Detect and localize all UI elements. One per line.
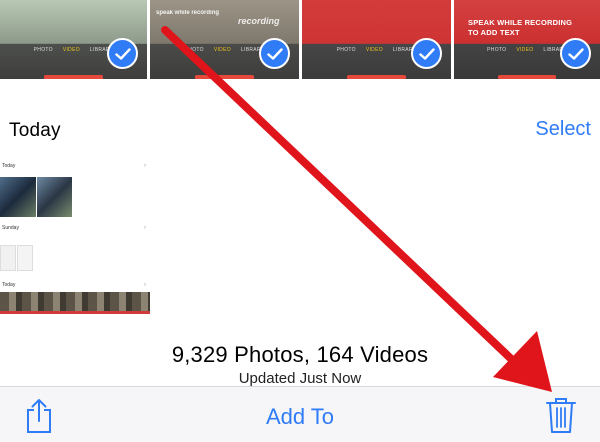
mode-tab: PHOTO [487, 47, 507, 53]
delete-button[interactable] [545, 396, 577, 434]
thumbnail-caption: SPEAK WHILE RECORDING TO ADD TEXT [468, 18, 573, 37]
selected-checkmark-icon[interactable] [560, 38, 591, 69]
thumbnail[interactable]: speak while recording recording PHOTO VI… [150, 0, 302, 79]
mode-tab: VIDEO [365, 47, 383, 53]
selected-thumbnails-strip: PHOTO VIDEO LIBRARY speak while recordin… [0, 0, 600, 79]
chevron-right-icon: › [144, 282, 146, 288]
thumbnail[interactable]: SPEAK WHILE RECORDING TO ADD TEXT PHOTO … [454, 0, 600, 79]
selected-checkmark-icon[interactable] [259, 38, 290, 69]
selected-checkmark-icon[interactable] [107, 38, 138, 69]
moments-preview[interactable]: Today › Sunday › Today › [0, 151, 150, 319]
mode-tab: VIDEO [62, 47, 80, 53]
thumbnail[interactable]: PHOTO VIDEO LIBRARY [302, 0, 454, 79]
section-title: Today [9, 120, 61, 141]
chevron-right-icon: › [144, 225, 146, 231]
thumbnail[interactable]: PHOTO VIDEO LIBRARY [0, 0, 150, 79]
thumbnail-caption: speak while recording [156, 10, 220, 16]
record-button-preview [346, 75, 407, 79]
record-button-preview [497, 75, 557, 79]
mode-tab: VIDEO [213, 47, 231, 53]
moment-photo [37, 177, 72, 217]
record-button-preview [194, 75, 255, 79]
moment-divider [0, 311, 150, 314]
mode-tab: PHOTO [336, 47, 356, 53]
record-button-preview [44, 75, 103, 79]
chevron-right-icon: › [144, 163, 146, 169]
mode-tab: PHOTO [184, 47, 204, 53]
moment-day-label: Today [2, 163, 16, 169]
selected-checkmark-icon[interactable] [411, 38, 442, 69]
moment-photo-strip [0, 292, 150, 311]
library-count: 9,329 Photos, 164 Videos [171, 342, 429, 367]
select-button[interactable]: Select [535, 118, 591, 141]
mode-tab: VIDEO [516, 47, 534, 53]
arrow-shaft [161, 26, 529, 376]
update-status: Updated Just Now [238, 370, 362, 387]
trash-icon [546, 398, 576, 433]
moment-photo [0, 245, 16, 271]
thumbnail-caption: recording [238, 16, 280, 26]
add-to-button[interactable]: Add To [0, 404, 600, 430]
moment-photo [0, 177, 36, 217]
moment-day-label: Sunday [2, 225, 19, 231]
moment-day-label: Today [2, 282, 16, 288]
bottom-toolbar: Add To [0, 386, 600, 442]
mode-tab: PHOTO [33, 47, 53, 53]
moment-photo [17, 245, 33, 271]
